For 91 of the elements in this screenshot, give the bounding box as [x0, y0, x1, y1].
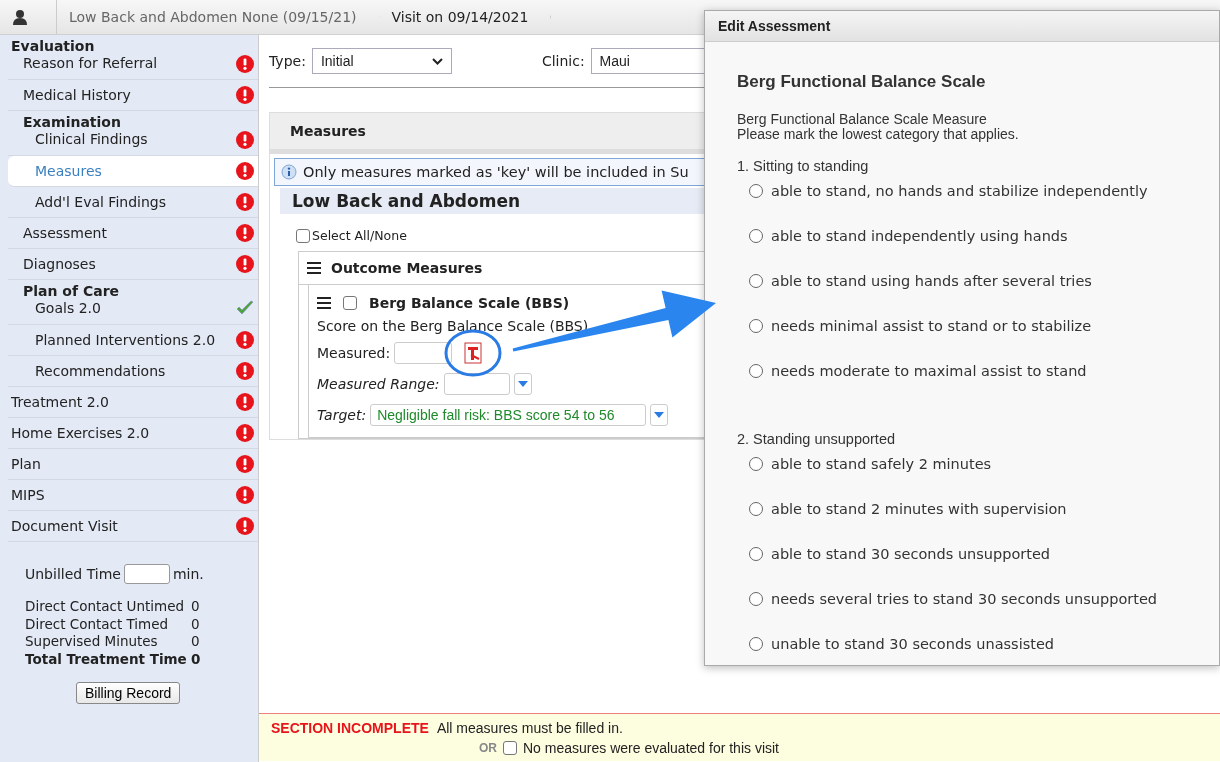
- clinic-field[interactable]: Maui: [590, 48, 705, 74]
- question-title: 1. Sitting to standing: [737, 158, 870, 174]
- radio-button[interactable]: [749, 591, 763, 606]
- info-message: Only measures marked as 'key' will be included in Su: [303, 164, 689, 180]
- group-title: Outcome Measures: [331, 260, 483, 276]
- sidebar-item[interactable]: Add'l Eval Findings: [8, 187, 258, 218]
- menu-icon[interactable]: [307, 262, 321, 274]
- type-label: Type:: [269, 53, 306, 69]
- sidebar-section-title: Evaluation: [10, 37, 96, 55]
- measured-label: Measured:: [317, 345, 391, 361]
- time-value: 0: [191, 633, 200, 651]
- breadcrumb[interactable]: Low Back and Abdomen None (09/15/21): [57, 0, 380, 34]
- question-title: 2. Standing unsupported: [737, 431, 896, 447]
- range-label: Measured Range:: [317, 376, 440, 392]
- chevron-down-icon: [431, 57, 443, 65]
- time-label: Direct Contact Untimed: [25, 598, 186, 616]
- measure-description: Score on the Berg Balance Scale (BBS): [317, 318, 590, 334]
- radio-button[interactable]: [749, 501, 763, 516]
- panel-title: Measures: [270, 113, 705, 154]
- option-label[interactable]: needs moderate to maximal assist to stand: [771, 362, 1087, 379]
- option-label[interactable]: unable to stand 30 seconds unassisted: [771, 635, 1055, 652]
- unit-label: min.: [172, 566, 204, 582]
- target-label: Target:: [317, 407, 367, 423]
- option-label[interactable]: able to stand 30 seconds unsupported: [771, 545, 1051, 562]
- time-value: 0: [191, 615, 200, 633]
- range-field[interactable]: [443, 373, 510, 395]
- sidebar-item[interactable]: Medical History: [8, 80, 258, 111]
- region-heading: Low Back and Abdomen: [280, 188, 705, 214]
- sidebar-item[interactable]: Measures: [8, 156, 258, 187]
- sidebar-item[interactable]: Plan: [8, 449, 258, 480]
- scale-heading: Berg Functional Balance Scale: [737, 72, 987, 92]
- option-label[interactable]: needs several tries to stand 30 seconds unsupported: [771, 590, 1158, 607]
- no-measures-checkbox[interactable]: [503, 741, 517, 755]
- radio-button[interactable]: [749, 636, 763, 651]
- time-value: 0: [191, 598, 200, 616]
- radio-button[interactable]: [749, 318, 763, 333]
- measure-title: Berg Balance Scale (BBS): [369, 295, 570, 311]
- unbilled-time-field[interactable]: [123, 564, 170, 584]
- radio-button[interactable]: [749, 228, 763, 243]
- option-label[interactable]: able to stand 2 minutes with supervision: [771, 500, 1067, 517]
- sidebar-item[interactable]: MIPS: [8, 480, 258, 511]
- dialog-title: Edit Assessment: [705, 11, 1219, 42]
- menu-icon[interactable]: [317, 297, 331, 309]
- dropdown-arrow-icon: [517, 381, 528, 387]
- sidebar-item[interactable]: Assessment: [8, 218, 258, 249]
- option-label[interactable]: able to stand safely 2 minutes: [771, 455, 992, 472]
- option-label[interactable]: able to stand using hands after several tries: [771, 272, 1092, 289]
- measure-checkbox[interactable]: [343, 296, 357, 310]
- pdf-icon[interactable]: [462, 342, 485, 364]
- option-label[interactable]: able to stand independently using hands: [771, 227, 1068, 244]
- time-label: Supervised Minutes: [25, 633, 159, 651]
- radio-button[interactable]: [749, 273, 763, 288]
- no-measures-label: No measures were evaluated for this visit: [523, 740, 779, 756]
- dropdown-button[interactable]: [513, 373, 532, 395]
- sidebar-item[interactable]: Document Visit: [8, 511, 258, 542]
- sidebar-section-title: Plan of Care: [22, 282, 121, 300]
- sidebar-item[interactable]: Planned Interventions 2.0: [8, 325, 258, 356]
- radio-button[interactable]: [749, 363, 763, 378]
- sidebar-item[interactable]: Home Exercises 2.0: [8, 418, 258, 449]
- person-icon[interactable]: [12, 9, 28, 25]
- option-label[interactable]: needs minimal assist to stand or to stabilize: [771, 317, 1092, 334]
- sidebar-item[interactable]: Diagnoses: [8, 249, 258, 280]
- breadcrumb[interactable]: Visit on 09/14/2021: [379, 0, 552, 34]
- select-all-label: Select All/None: [312, 228, 407, 243]
- billing-record-button[interactable]: Billing Record: [76, 682, 181, 704]
- type-select[interactable]: Initial: [311, 48, 452, 74]
- radio-button[interactable]: [749, 456, 763, 471]
- clinic-label: Clinic:: [541, 53, 585, 69]
- measured-field[interactable]: [394, 342, 453, 364]
- dropdown-button[interactable]: [650, 404, 669, 426]
- scale-description: Please mark the lowest category that applies.: [737, 127, 1020, 142]
- time-label: Direct Contact Timed: [25, 615, 170, 633]
- sidebar-item[interactable]: Reason for Referral: [8, 55, 258, 80]
- alert-message: All measures must be filled in.: [436, 720, 623, 736]
- sidebar-section-title: Examination: [22, 113, 122, 131]
- sidebar-item[interactable]: Treatment 2.0: [8, 387, 258, 418]
- dropdown-arrow-icon: [654, 412, 665, 418]
- info-icon: [281, 164, 297, 180]
- radio-button[interactable]: [749, 183, 763, 198]
- scale-description: Berg Functional Balance Scale Measure: [737, 112, 988, 127]
- sidebar-item[interactable]: Goals 2.0: [8, 300, 258, 325]
- target-select[interactable]: Negligible fall risk: BBS score 54 to 56: [370, 404, 647, 426]
- alert-title: SECTION INCOMPLETE: [271, 720, 429, 736]
- or-label: OR: [479, 741, 497, 755]
- select-all-checkbox[interactable]: [296, 228, 310, 243]
- sidebar-item[interactable]: Recommendations: [8, 356, 258, 387]
- time-label: Total Treatment Time: [25, 650, 188, 668]
- unbilled-time-label: Unbilled Time: [25, 566, 121, 582]
- option-label[interactable]: able to stand, no hands and stabilize independently: [771, 182, 1148, 199]
- radio-button[interactable]: [749, 546, 763, 561]
- time-value: 0: [191, 650, 201, 668]
